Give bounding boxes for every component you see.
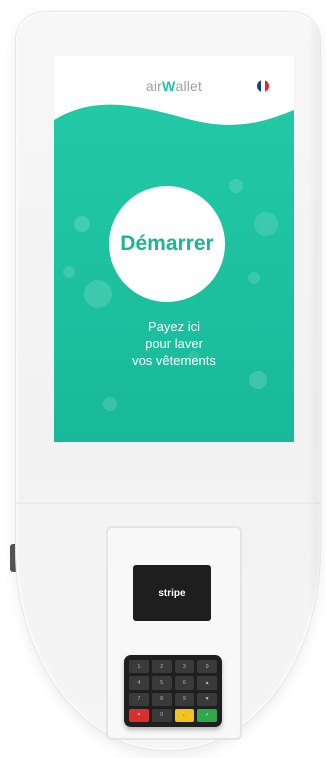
keypad-key-7[interactable]: 7: [129, 692, 149, 706]
kiosk-screen: airWallet Démarrer Payez ici pour laver …: [54, 56, 294, 442]
start-button-label: Démarrer: [120, 232, 214, 255]
edge-shadow: [308, 12, 320, 750]
keypad-key-2[interactable]: 2: [151, 660, 172, 674]
keypad-cancel-key[interactable]: ×: [129, 708, 149, 722]
tagline-line: Payez ici: [147, 319, 201, 334]
keypad-enter-key[interactable]: ✓: [197, 708, 217, 722]
tagline-line: vos vêtements: [132, 353, 216, 368]
keypad-key-4[interactable]: 4: [129, 676, 149, 690]
keypad-key-up[interactable]: ▲: [197, 676, 217, 690]
keypad-key-6[interactable]: 6: [174, 676, 195, 690]
bubble: [248, 272, 260, 284]
keypad-key-8[interactable]: 8: [151, 692, 172, 706]
bubble: [63, 266, 75, 278]
pin-keypad: 1 2 3 0 4 5 6 ▲ 7 8 9 ▼ × 0 ← ✓: [124, 655, 222, 727]
contactless-pad[interactable]: stripe: [133, 565, 211, 621]
panel-seam: [16, 502, 320, 504]
bubble: [84, 280, 112, 308]
bubble: [103, 397, 117, 411]
kiosk-scene: airWallet Démarrer Payez ici pour laver …: [0, 0, 326, 758]
fr-flag-icon[interactable]: [257, 80, 269, 92]
keypad-key-0-top[interactable]: 0: [197, 660, 217, 674]
keypad-key-9[interactable]: 9: [174, 692, 195, 706]
stripe-logo: stripe: [158, 587, 186, 599]
start-button[interactable]: Démarrer: [109, 186, 225, 302]
bubble: [74, 216, 90, 232]
keypad-key-3[interactable]: 3: [174, 660, 195, 674]
bubble: [249, 371, 267, 389]
bubble: [254, 212, 278, 236]
keypad-key-0[interactable]: 0: [151, 708, 172, 722]
tagline: Payez ici pour laver vos vêtements: [54, 318, 294, 369]
tagline-line: pour laver: [145, 336, 203, 351]
keypad-key-5[interactable]: 5: [151, 676, 172, 690]
keypad-key-down[interactable]: ▼: [197, 692, 217, 706]
bubble: [229, 179, 243, 193]
keypad-clear-key[interactable]: ←: [174, 708, 195, 722]
keypad-key-1[interactable]: 1: [129, 660, 149, 674]
